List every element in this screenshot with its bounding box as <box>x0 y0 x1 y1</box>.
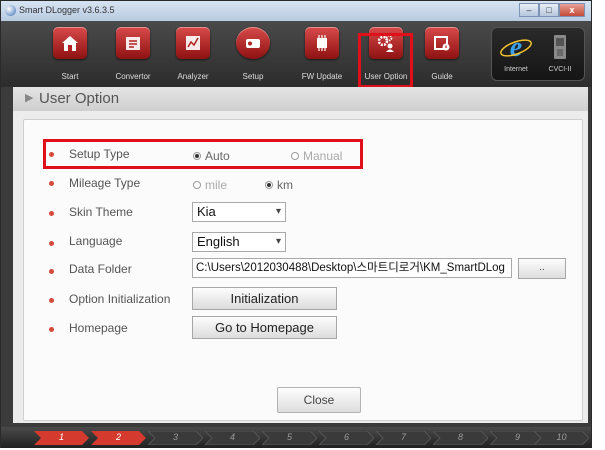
step-7: 7 <box>376 431 431 445</box>
step-label: 10 <box>556 432 567 442</box>
bullet-icon <box>49 241 54 246</box>
analyzer-icon <box>176 27 210 59</box>
home-icon <box>53 27 87 59</box>
mileage-type-label: Mileage Type <box>69 176 141 190</box>
toolbar-internet-button[interactable]: e Internet <box>496 32 536 76</box>
language-value: English <box>197 234 240 249</box>
language-select[interactable]: English ▾ <box>192 232 286 252</box>
user-option-highlight-box <box>358 33 413 88</box>
skin-theme-value: Kia <box>197 204 216 219</box>
internet-explorer-icon: e <box>500 32 532 63</box>
page-header: ▶ User Option <box>13 87 588 111</box>
data-folder-input[interactable]: C:\Users\2012030488\Desktop\스마트디로거\KM_Sm… <box>192 258 512 278</box>
title-bar[interactable]: Smart DLogger v3.6.3.5 – □ x <box>1 1 591 21</box>
step-label: 2 <box>115 432 121 442</box>
step-8: 8 <box>433 431 488 445</box>
step-2: 2 <box>91 431 146 445</box>
step-label: 7 <box>400 432 406 442</box>
bullet-icon <box>49 181 54 186</box>
close-window-button[interactable]: x <box>559 3 585 17</box>
step-label: 5 <box>286 432 292 442</box>
toolbar-guide-button[interactable]: Guide <box>413 25 471 85</box>
toolbar-side-group: e Internet CVCI-II <box>491 27 585 81</box>
toolbar-internet-label: Internet <box>504 66 528 73</box>
mileage-type-km-radio[interactable]: km <box>265 178 293 192</box>
toolbar-convertor-label: Convertor <box>115 72 151 81</box>
chip-icon <box>305 27 339 59</box>
close-button[interactable]: Close <box>277 387 361 413</box>
mileage-type-mile-radio[interactable]: mile <box>193 178 227 192</box>
guide-icon <box>425 27 459 59</box>
dropdown-arrow-icon: ▾ <box>275 236 281 247</box>
window-controls: – □ x <box>519 3 585 17</box>
convertor-icon <box>116 27 150 59</box>
toolbar-fw-update-label: FW Update <box>301 72 343 81</box>
bullet-icon <box>49 211 54 216</box>
toolbar-fw-update-button[interactable]: FW Update <box>293 25 351 85</box>
browse-folder-button[interactable]: .. <box>518 258 566 279</box>
step-1: 1 <box>34 431 89 445</box>
step-label: 6 <box>343 432 349 442</box>
initialization-button[interactable]: Initialization <box>192 287 337 310</box>
mileage-type-km-label: km <box>277 178 293 192</box>
step-label: 4 <box>229 432 235 442</box>
toolbar-cvci-label: CVCI-II <box>548 66 572 73</box>
step-label: 1 <box>58 432 64 442</box>
toolbar-cvci-button[interactable]: CVCI-II <box>540 32 580 76</box>
toolbar-guide-label: Guide <box>431 72 453 81</box>
toolbar-analyzer-label: Analyzer <box>177 72 209 81</box>
mileage-type-mile-label: mile <box>205 178 228 192</box>
setup-type-highlight-box <box>43 139 363 169</box>
minimize-button[interactable]: – <box>519 3 539 17</box>
step-label: 8 <box>457 432 463 442</box>
step-5: 5 <box>262 431 317 445</box>
window-title: Smart DLogger v3.6.3.5 <box>19 5 115 15</box>
dropdown-arrow-icon: ▾ <box>275 206 281 217</box>
radio-selected-icon <box>265 180 273 189</box>
data-folder-label: Data Folder <box>69 262 132 276</box>
go-to-homepage-button[interactable]: Go to Homepage <box>192 316 337 339</box>
skin-theme-label: Skin Theme <box>69 205 133 219</box>
toolbar-analyzer-button[interactable]: Analyzer <box>164 25 222 85</box>
toolbar-convertor-button[interactable]: Convertor <box>104 25 162 85</box>
skin-theme-select[interactable]: Kia ▾ <box>192 202 286 222</box>
app-window: Smart DLogger v3.6.3.5 – □ x Start Conve… <box>0 0 592 448</box>
svg-text:e: e <box>510 32 522 63</box>
bullet-icon <box>49 298 54 303</box>
play-arrow-icon: ▶ <box>25 92 34 104</box>
toolbar-start-button[interactable]: Start <box>41 25 99 85</box>
toolbar-setup-button[interactable]: Setup <box>224 25 282 85</box>
app-icon <box>5 5 16 16</box>
step-3: 3 <box>148 431 203 445</box>
cvci-device-icon <box>554 35 566 59</box>
homepage-label: Homepage <box>69 321 128 335</box>
radio-unselected-icon <box>193 180 201 189</box>
toolbar-setup-label: Setup <box>242 72 264 81</box>
bullet-icon <box>49 269 54 274</box>
step-6: 6 <box>319 431 374 445</box>
toolbar-start-label: Start <box>61 72 79 81</box>
maximize-button[interactable]: □ <box>539 3 559 17</box>
step-4: 4 <box>205 431 260 445</box>
step-label: 3 <box>172 432 178 442</box>
bullet-icon <box>49 327 54 332</box>
language-label: Language <box>69 234 123 248</box>
main-toolbar: Start Convertor Analyzer Setup FW Update… <box>1 21 591 87</box>
option-initialization-label: Option Initialization <box>69 292 171 306</box>
page-title: User Option <box>39 90 120 107</box>
step-10: 10 <box>534 431 589 445</box>
setup-icon <box>236 27 270 59</box>
